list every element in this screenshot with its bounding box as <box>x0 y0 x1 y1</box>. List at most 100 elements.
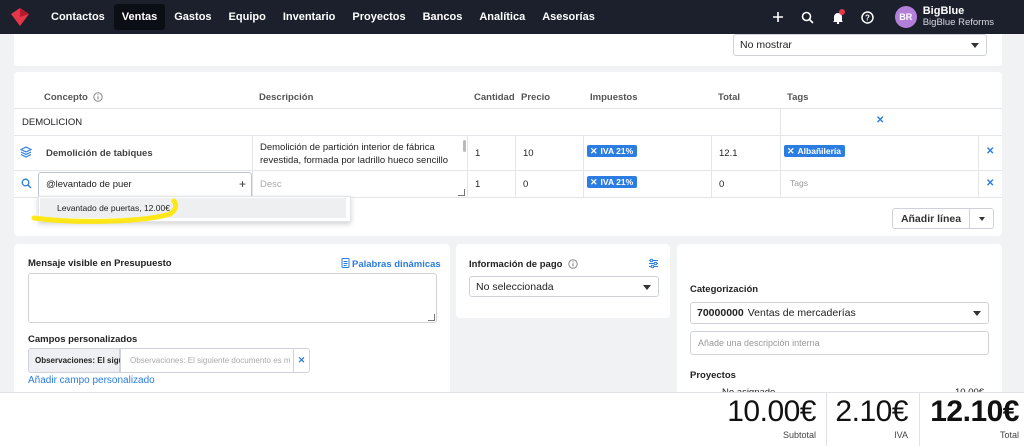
search-icon[interactable] <box>793 0 823 34</box>
user-company: BigBlue Reforms <box>922 17 994 28</box>
row2-tax-label: IVA 21% <box>600 177 634 187</box>
divider <box>711 135 712 197</box>
user-name: BigBlue <box>922 5 965 17</box>
divider <box>252 135 253 197</box>
row1-tag-label: Albañilería <box>797 146 842 156</box>
dynamic-words-link[interactable]: Palabras dinámicas <box>341 258 441 270</box>
add-line-options-button[interactable] <box>969 208 994 229</box>
nav-bancos[interactable]: Bancos <box>415 4 471 30</box>
subtotal-box: 10.00€ Subtotal <box>700 392 816 446</box>
divider <box>515 135 516 197</box>
message-textarea[interactable] <box>28 273 437 323</box>
chevron-down-icon <box>971 43 979 48</box>
divider <box>583 135 584 197</box>
close-icon[interactable]: ✕ <box>590 177 598 188</box>
nav-ventas[interactable]: Ventas <box>113 4 166 30</box>
info-icon <box>93 92 104 102</box>
internal-description-placeholder: Añade una descripción interna <box>698 338 820 348</box>
row2-tags-input[interactable]: Tags <box>790 178 808 188</box>
notification-dot <box>838 9 845 15</box>
help-icon[interactable]: ? <box>853 0 883 34</box>
row1-tax-label: IVA 21% <box>600 146 634 156</box>
delete-row1-icon[interactable]: ✕ <box>986 146 994 157</box>
add-product-icon[interactable]: + <box>239 177 246 191</box>
add-line-button[interactable]: Añadir línea <box>892 208 970 229</box>
row1-total: 12.1 <box>719 148 738 159</box>
row2-tax-chip[interactable]: ✕ IVA 21% <box>587 176 638 188</box>
divider <box>780 108 781 197</box>
header-descripcion: Descripción <box>259 92 314 103</box>
row2-descripcion[interactable]: Desc <box>260 179 282 190</box>
divider <box>14 108 1002 109</box>
account-name: Ventas de mercaderías <box>747 307 856 319</box>
delete-row2-icon[interactable]: ✕ <box>986 178 994 189</box>
add-custom-field-link[interactable]: Añadir campo personalizado <box>28 375 155 386</box>
chevron-down-icon <box>973 311 981 316</box>
subtotal-value: 10.00€ <box>727 395 816 428</box>
nav-gastos[interactable]: Gastos <box>166 4 219 30</box>
divider <box>978 135 979 197</box>
divider <box>467 135 468 197</box>
description-scrollbar[interactable] <box>463 140 466 152</box>
close-icon[interactable]: ✕ <box>590 146 598 157</box>
user-info[interactable]: BigBlue BigBlue Reforms <box>923 5 994 29</box>
row2-total: 0 <box>719 179 725 190</box>
bell-icon[interactable] <box>823 0 853 34</box>
nav-contactos[interactable]: Contactos <box>43 4 113 30</box>
header-tags: Tags <box>787 92 809 103</box>
divider <box>14 135 1002 136</box>
row2-cantidad[interactable]: 1 <box>475 179 480 190</box>
payment-method-value: No seleccionada <box>476 280 554 293</box>
header-concepto: Concepto <box>44 92 104 103</box>
divider <box>14 170 1002 171</box>
divider <box>919 392 920 446</box>
search-icon[interactable] <box>21 178 32 192</box>
nav-inventario[interactable]: Inventario <box>275 4 344 30</box>
header-precio: Precio <box>521 92 551 103</box>
concept-search-value: @levantado de puer <box>46 179 132 190</box>
payment-method-select[interactable]: No seleccionada <box>469 276 659 297</box>
row1-descripcion[interactable]: Demolición de partición interior de fábr… <box>260 141 460 169</box>
svg-text:?: ? <box>865 13 870 22</box>
row1-concepto[interactable]: Demolición de tabiques <box>46 148 153 159</box>
nav-proyectos[interactable]: Proyectos <box>344 4 413 30</box>
chevron-down-icon <box>643 284 651 290</box>
total-value: 12.10€ <box>930 395 1019 428</box>
settings-sliders-icon[interactable] <box>648 258 659 272</box>
app-logo[interactable] <box>9 6 31 28</box>
row2-precio[interactable]: 0 <box>523 179 528 190</box>
account-number: 70000000 <box>697 307 744 319</box>
top-navbar: Contactos Ventas Gastos Equipo Inventari… <box>0 0 1024 34</box>
row1-cantidad[interactable]: 1 <box>475 148 480 159</box>
row1-precio[interactable]: 10 <box>523 148 534 159</box>
header-total: Total <box>718 92 740 103</box>
remove-section-icon[interactable]: ✕ <box>876 115 884 126</box>
nav-asesorias[interactable]: Asesorías <box>534 4 603 30</box>
avatar[interactable]: BR <box>894 6 917 28</box>
close-icon[interactable]: ✕ <box>787 146 795 157</box>
message-title: Mensaje visible en Presupuesto <box>28 258 172 269</box>
display-select[interactable]: No mostrar <box>733 34 987 56</box>
row1-tax-chip[interactable]: ✕ IVA 21% <box>587 145 638 157</box>
section-row-label[interactable]: DEMOLICION <box>22 117 82 128</box>
custom-field-label: Observaciones: El sigu <box>35 356 124 365</box>
custom-fields-title: Campos personalizados <box>28 334 138 345</box>
remove-custom-field-icon[interactable]: ✕ <box>293 348 310 373</box>
highlight-mark <box>31 198 179 224</box>
total-box: 12.10€ Total <box>923 392 1019 446</box>
iva-box: 2.10€ IVA <box>830 392 908 446</box>
account-select[interactable]: 70000000 Ventas de mercaderías <box>690 302 989 324</box>
textarea-resize-handle[interactable] <box>428 314 435 321</box>
textarea-resize-handle[interactable] <box>458 189 465 196</box>
plus-icon[interactable] <box>763 0 793 34</box>
iva-value: 2.10€ <box>835 395 908 428</box>
nav-analitica[interactable]: Analítica <box>471 4 533 30</box>
payment-title: Información de pago <box>469 259 578 270</box>
header-cantidad: Cantidad <box>474 92 515 103</box>
row1-tag-chip[interactable]: ✕ Albañilería <box>784 145 846 157</box>
info-icon <box>568 259 578 269</box>
nav-equipo[interactable]: Equipo <box>221 4 274 30</box>
product-stack-icon[interactable] <box>19 146 33 161</box>
display-select-value: No mostrar <box>740 39 792 51</box>
categorization-title: Categorización <box>690 284 759 295</box>
